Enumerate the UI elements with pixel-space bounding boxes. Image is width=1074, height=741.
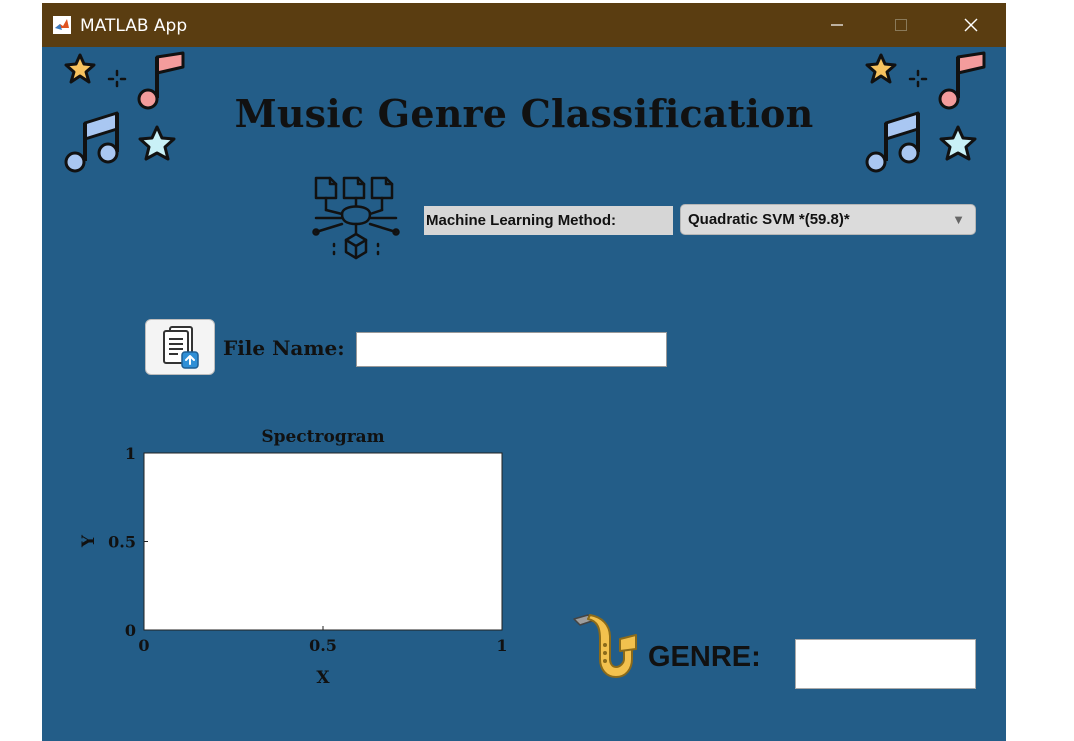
maximize-icon bbox=[895, 19, 907, 31]
ml-method-selected: Quadratic SVM *(59.8)* bbox=[688, 211, 850, 228]
genre-label: GENRE: bbox=[648, 641, 761, 673]
page-title: Music Genre Classification bbox=[234, 91, 814, 136]
maximize-button[interactable] bbox=[878, 3, 924, 47]
y-axis-label: Y bbox=[79, 534, 99, 548]
matlab-logo-icon bbox=[53, 16, 71, 34]
ml-method-dropdown[interactable]: Quadratic SVM *(59.8)* ▼ bbox=[680, 204, 976, 235]
saxophone-icon bbox=[573, 614, 637, 678]
ml-method-label: Machine Learning Method: bbox=[424, 206, 673, 235]
y-tick-label: 1 bbox=[125, 444, 136, 463]
sparkle-icon bbox=[908, 69, 928, 88]
y-tick-label: 0 bbox=[125, 621, 136, 640]
plot-area bbox=[143, 452, 503, 631]
app-window: MATLAB App Music Genre Classification Ma… bbox=[42, 3, 1006, 741]
sparkle-icon bbox=[107, 69, 127, 88]
document-upload-icon bbox=[163, 326, 199, 369]
close-icon bbox=[964, 18, 978, 32]
chevron-down-icon: ▼ bbox=[952, 212, 965, 227]
file-name-field[interactable] bbox=[356, 332, 667, 367]
close-button[interactable] bbox=[948, 3, 994, 47]
title-bar: MATLAB App bbox=[42, 3, 1006, 47]
genre-output-field bbox=[795, 639, 976, 689]
neural-network-icon bbox=[312, 176, 400, 260]
x-tick-label: 0 bbox=[138, 636, 149, 655]
spectrogram-chart: 0 0.5 1 0 0.5 1 X Y bbox=[79, 444, 508, 688]
x-axis-label: X bbox=[316, 668, 330, 688]
window-title: MATLAB App bbox=[80, 16, 188, 36]
star-icon bbox=[64, 53, 96, 84]
x-tick-label: 1 bbox=[496, 636, 507, 655]
minimize-button[interactable] bbox=[814, 3, 860, 47]
minimize-icon bbox=[831, 24, 843, 26]
x-tick-label: 0.5 bbox=[309, 636, 337, 655]
y-tick-label: 0.5 bbox=[108, 533, 136, 552]
file-upload-button[interactable] bbox=[145, 319, 215, 375]
file-name-label: File Name: bbox=[223, 336, 345, 360]
star-icon bbox=[865, 53, 897, 84]
